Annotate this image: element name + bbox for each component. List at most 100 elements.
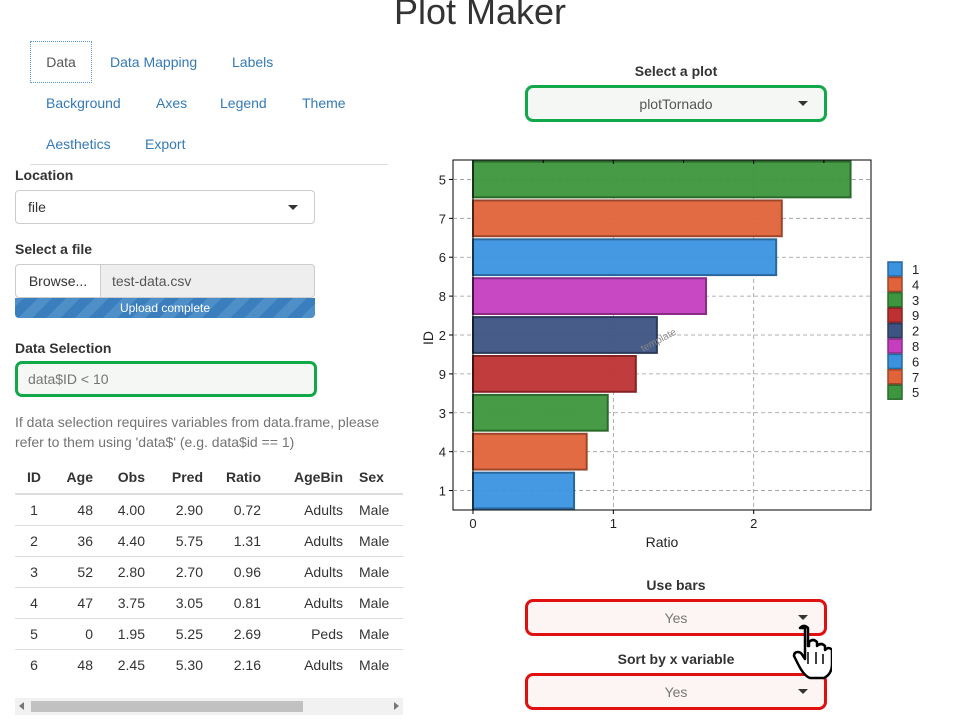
data-selection-label: Data Selection	[15, 340, 112, 356]
scroll-left-icon[interactable]	[19, 702, 24, 710]
y-tick-label: 7	[439, 211, 446, 226]
column-header-age[interactable]: Age	[53, 461, 93, 495]
table-cell-pred: 5.75	[145, 525, 203, 557]
table-cell-obs: 4.40	[93, 525, 145, 557]
table-cell-sex: Male	[347, 618, 403, 650]
y-tick-label: 8	[439, 289, 446, 304]
x-tick-label: 2	[750, 516, 757, 531]
chevron-down-icon	[798, 689, 808, 694]
y-tick-label: 9	[439, 367, 446, 382]
chevron-down-icon	[288, 205, 298, 210]
table-row: 5 0 1.95 5.25 2.69 Peds Male	[15, 618, 403, 650]
tabs-divider	[30, 164, 388, 165]
tab-axes[interactable]: Axes	[156, 93, 187, 113]
table-cell-ratio: 0.96	[203, 556, 261, 588]
location-label: Location	[15, 167, 74, 183]
table-cell-sex: Male	[347, 587, 403, 619]
column-header-pred[interactable]: Pred	[145, 461, 203, 495]
data-table: ID Age Obs Pred Ratio AgeBin Sex 1 48 4.00…	[15, 461, 403, 680]
table-cell-age: 47	[53, 587, 93, 619]
table-cell-ratio: 0.72	[203, 493, 261, 526]
tab-data[interactable]: Data	[30, 41, 92, 83]
bar-id-6	[472, 238, 778, 277]
legend-label: 6	[912, 354, 919, 369]
legend-label: 2	[912, 324, 919, 339]
tornado-chart: 0 1 2576829341 template Ratio ID 143928675	[420, 159, 919, 550]
column-header-agebin[interactable]: AgeBin	[261, 461, 347, 495]
data-selection-input[interactable]	[18, 364, 314, 394]
bar-id-5	[472, 160, 852, 199]
tab-theme[interactable]: Theme	[302, 93, 346, 113]
legend-swatch	[887, 276, 903, 293]
chevron-down-icon	[798, 101, 808, 106]
x-axis-label: Ratio	[646, 534, 679, 550]
table-cell-age: 48	[53, 649, 93, 680]
table-cell-id: 4	[15, 587, 53, 619]
location-select[interactable]: file	[15, 190, 315, 224]
table-cell-ratio: 2.16	[203, 649, 261, 680]
sort-by-x-dropdown[interactable]: Yes	[525, 673, 827, 710]
table-cell-age: 0	[53, 618, 93, 650]
legend-label: 3	[912, 293, 919, 308]
table-cell-ratio: 1.31	[203, 525, 261, 557]
table-horizontal-scrollbar[interactable]	[15, 698, 403, 715]
tab-legend[interactable]: Legend	[220, 93, 267, 113]
column-header-id[interactable]: ID	[15, 461, 53, 495]
table-cell-obs: 1.95	[93, 618, 145, 650]
table-header-row: ID Age Obs Pred Ratio AgeBin Sex	[15, 461, 403, 495]
column-header-sex[interactable]: Sex	[347, 461, 403, 495]
tab-export[interactable]: Export	[145, 134, 185, 154]
table-cell-agebin: Adults	[261, 525, 347, 557]
tab-aesthetics[interactable]: Aesthetics	[46, 134, 111, 154]
table-cell-obs: 2.45	[93, 649, 145, 680]
select-plot-value: plotTornado	[639, 96, 713, 112]
table-row: 2 36 4.40 5.75 1.31 Adults Male	[15, 525, 403, 557]
chart-legend: 143928675	[887, 261, 919, 400]
use-bars-dropdown[interactable]: Yes	[525, 599, 827, 636]
table-row: 3 52 2.80 2.70 0.96 Adults Male	[15, 556, 403, 588]
legend-swatch	[887, 353, 903, 370]
table-row: 6 48 2.45 5.30 2.16 Adults Male	[15, 649, 403, 680]
bar-id-1	[472, 471, 576, 510]
hand-cursor-icon	[792, 624, 832, 680]
table-cell-ratio: 0.81	[203, 587, 261, 619]
table-cell-agebin: Adults	[261, 556, 347, 588]
use-bars-label: Use bars	[646, 577, 706, 593]
x-tick-label: 0	[469, 516, 476, 531]
tab-background[interactable]: Background	[46, 93, 121, 113]
y-tick-label: 5	[439, 172, 446, 187]
bar-id-7	[472, 199, 783, 238]
table-cell-age: 48	[53, 493, 93, 526]
file-input: Browse... test-data.csv	[15, 264, 315, 298]
sort-by-x-label: Sort by x variable	[617, 651, 735, 667]
legend-swatch	[887, 384, 903, 400]
chevron-down-icon	[798, 615, 808, 620]
data-selection-help-text: If data selection requires variables fro…	[15, 414, 380, 450]
select-plot-dropdown[interactable]: plotTornado	[525, 85, 827, 122]
table-cell-sex: Male	[347, 493, 403, 526]
legend-swatch	[887, 261, 903, 277]
table-cell-id: 1	[15, 493, 53, 526]
legend-swatch	[887, 307, 903, 323]
legend-label: 7	[912, 370, 919, 385]
tab-labels[interactable]: Labels	[232, 52, 273, 72]
column-header-obs[interactable]: Obs	[93, 461, 145, 495]
location-value: file	[28, 199, 46, 215]
tab-data-mapping[interactable]: Data Mapping	[110, 52, 197, 72]
scroll-right-icon[interactable]	[394, 702, 399, 710]
bar-id-4	[472, 432, 588, 471]
y-tick-label: 1	[439, 484, 446, 499]
table-cell-sex: Male	[347, 649, 403, 680]
table-row: 1 48 4.00 2.90 0.72 Adults Male	[15, 493, 403, 526]
scrollbar-thumb[interactable]	[31, 701, 303, 712]
legend-swatch	[887, 292, 903, 308]
browse-button[interactable]: Browse...	[16, 265, 101, 297]
x-tick-label: 1	[610, 516, 617, 531]
legend-swatch	[887, 322, 903, 339]
column-header-ratio[interactable]: Ratio	[203, 461, 261, 495]
table-cell-ratio: 2.69	[203, 618, 261, 650]
table-cell-age: 36	[53, 525, 93, 557]
legend-label: 1	[912, 262, 919, 277]
table-cell-agebin: Adults	[261, 587, 347, 619]
table-cell-pred: 5.30	[145, 649, 203, 680]
